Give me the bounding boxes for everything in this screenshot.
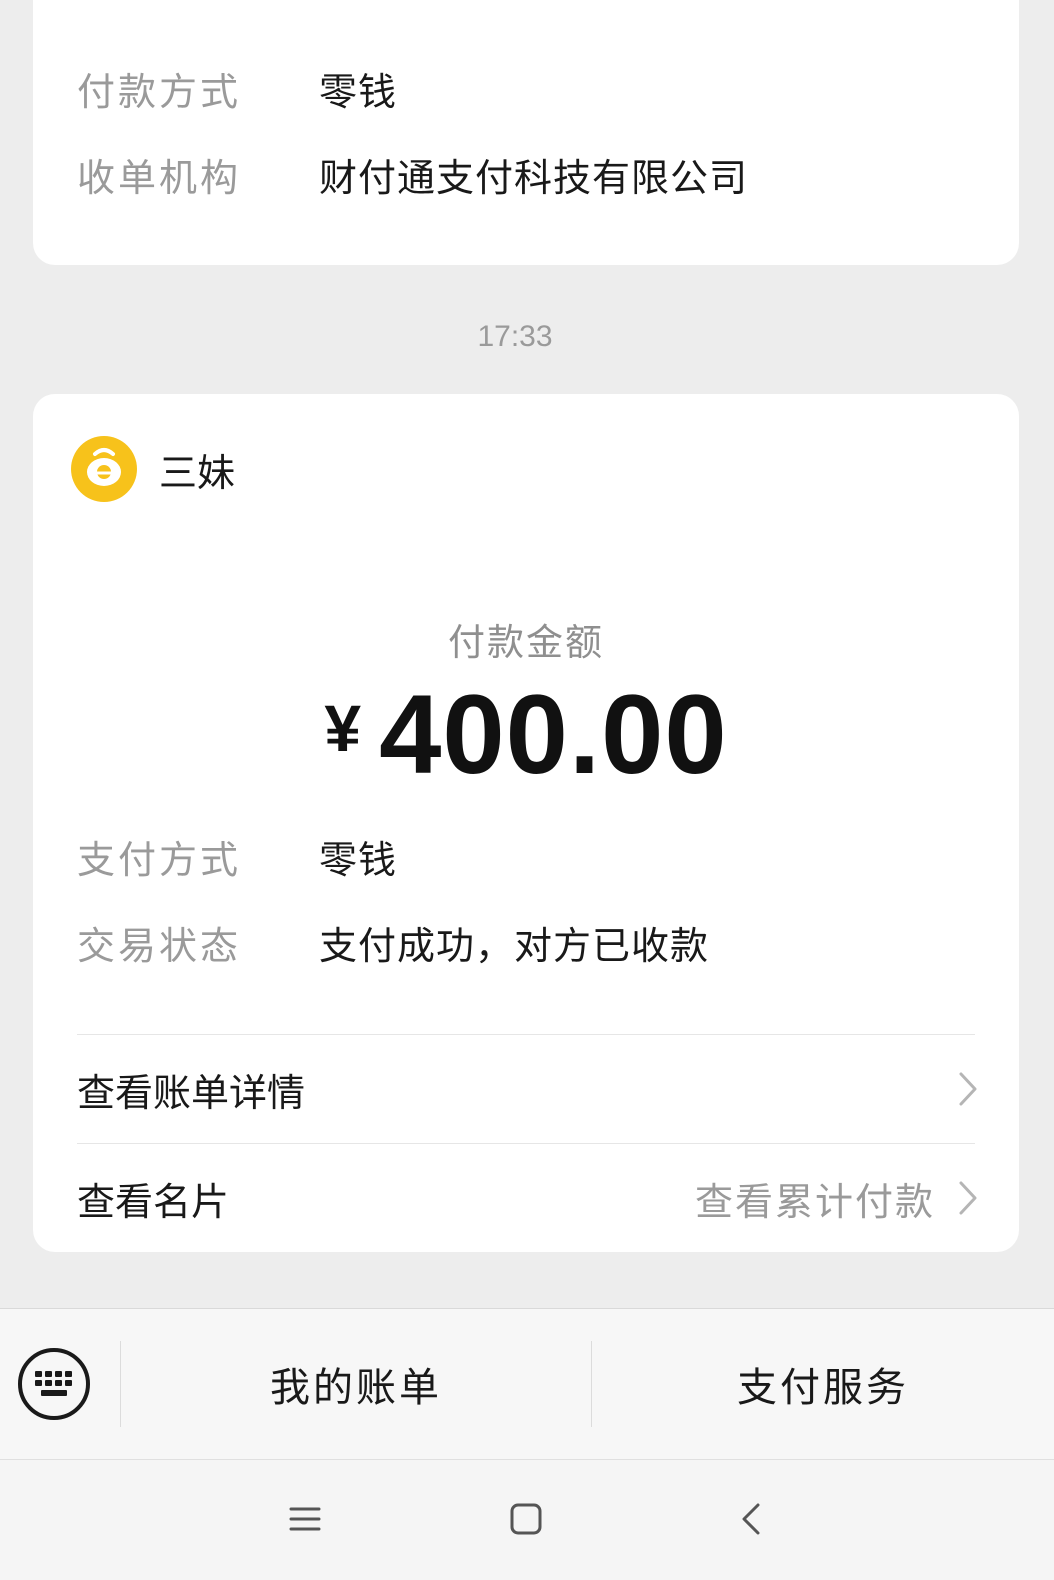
acquirer-row: 收单机构 财付通支付科技有限公司 bbox=[77, 144, 748, 204]
chevron-right-icon bbox=[959, 1181, 977, 1215]
transaction-status-row: 交易状态 支付成功，对方已收款 bbox=[77, 912, 709, 972]
view-bill-details-label: 查看账单详情 bbox=[77, 1070, 306, 1115]
chevron-right-icon bbox=[959, 1072, 977, 1106]
amount-value: 400.00 bbox=[379, 672, 728, 797]
payment-services-menu[interactable]: 支付服务 bbox=[592, 1309, 1054, 1459]
merchant-avatar-icon bbox=[71, 436, 137, 502]
payment-detail-card-top: 付款方式 零钱 收单机构 财付通支付科技有限公司 bbox=[33, 0, 1019, 265]
my-bills-menu[interactable]: 我的账单 bbox=[121, 1309, 591, 1459]
merchant-header[interactable]: 三妹 bbox=[71, 436, 235, 502]
view-cumulative-payment-link[interactable]: 查看累计付款 bbox=[695, 1171, 935, 1226]
menu-icon[interactable] bbox=[288, 1502, 322, 1536]
transaction-status-value: 支付成功，对方已收款 bbox=[319, 923, 710, 968]
service-menu-bar: 我的账单 支付服务 bbox=[0, 1308, 1054, 1460]
view-card-label: 查看名片 bbox=[77, 1179, 230, 1224]
view-card-link[interactable]: 查看名片 查看累计付款 bbox=[77, 1144, 979, 1252]
message-timestamp: 17:33 bbox=[477, 320, 553, 353]
amount-caption: 付款金额 bbox=[448, 621, 604, 664]
payment-method-value: 零钱 bbox=[319, 69, 398, 114]
acquirer-value: 财付通支付科技有限公司 bbox=[319, 155, 749, 200]
system-navigation-bar bbox=[0, 1460, 1054, 1580]
payment-method-row: 付款方式 零钱 bbox=[77, 58, 397, 118]
keyboard-toggle-button[interactable] bbox=[18, 1348, 90, 1420]
transaction-status-label: 交易状态 bbox=[77, 923, 242, 968]
home-square-icon[interactable] bbox=[509, 1502, 543, 1536]
merchant-name: 三妹 bbox=[159, 450, 236, 495]
pay-method-row: 支付方式 零钱 bbox=[77, 826, 397, 886]
back-icon[interactable] bbox=[738, 1502, 766, 1536]
view-bill-details-link[interactable]: 查看账单详情 bbox=[77, 1035, 979, 1143]
currency-symbol: ¥ bbox=[324, 691, 362, 765]
payment-amount: ¥ 400.00 bbox=[33, 676, 1019, 794]
pay-method-value: 零钱 bbox=[319, 837, 398, 882]
pay-method-label: 支付方式 bbox=[77, 837, 242, 882]
payment-method-label: 付款方式 bbox=[77, 69, 242, 114]
payment-card[interactable]: 三妹 付款金额 ¥ 400.00 支付方式 零钱 交易状态 支付成功，对方已收款… bbox=[33, 394, 1019, 1252]
keyboard-icon bbox=[35, 1371, 72, 1396]
acquirer-label: 收单机构 bbox=[77, 155, 242, 200]
